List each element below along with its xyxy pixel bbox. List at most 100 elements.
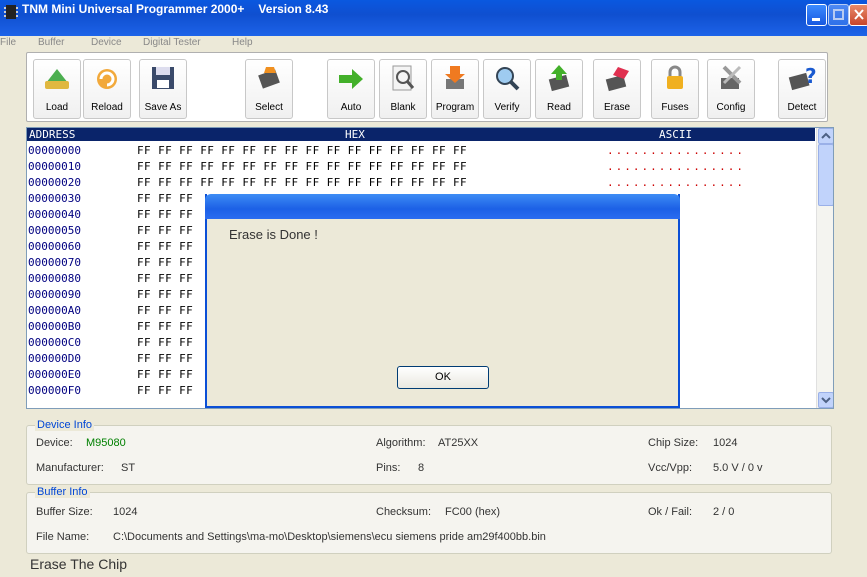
device-label: Device: [36,437,73,449]
file-name-value: C:\Documents and Settings\ma-mo\Desktop\… [113,531,546,543]
row-hex-bytes: FF FF FF FF FF FF FF FF FF FF FF FF FF F… [137,160,468,173]
select-label: Select [255,102,283,113]
row-address: 00000080 [28,272,81,285]
row-address: 00000020 [28,176,81,189]
title-bar[interactable]: TNM Mini Universal Programmer 2000+ Versi… [0,0,867,36]
row-hex-bytes: FF FF FF [137,368,194,381]
vcc-label: Vcc/Vpp: [648,462,693,474]
menu-digital-tester[interactable]: Digital Tester [143,37,201,48]
row-hex-bytes: FF FF FF [137,240,194,253]
hex-scrollbar[interactable] [816,128,833,408]
scroll-thumb[interactable] [818,144,833,206]
scroll-down-button[interactable] [818,392,833,408]
hex-header: ADDRESS HEX ASCII [27,128,815,141]
save-as-label: Save As [144,102,182,113]
dialog-body: Erase is Done ! OK [207,219,678,406]
row-hex-bytes: FF FF FF [137,384,194,397]
dialog-title-bar[interactable] [205,194,680,219]
device-value: M95080 [86,437,126,449]
device-info-group: Device Info Device: M95080 Algorithm: AT… [26,419,832,485]
menu-help[interactable]: Help [232,37,253,48]
program-button[interactable]: Program [431,59,479,119]
ok-fail-label: Ok / Fail: [648,506,693,518]
load-icon [45,69,69,89]
program-label: Program [435,102,475,113]
row-address: 00000070 [28,256,81,269]
device-info-legend: Device Info [35,419,95,431]
chip-size-value: 1024 [713,437,738,449]
fuses-label: Fuses [661,102,689,113]
row-hex-bytes: FF FF FF [137,208,194,221]
row-address: 00000000 [28,144,81,157]
menu-bar: File Buffer Device Digital Tester Help [0,36,867,52]
read-label: Read [547,102,571,113]
config-tools-icon [721,65,742,89]
reload-button[interactable]: Reload [83,59,131,119]
app-icon [4,5,18,19]
auto-button[interactable]: Auto [327,59,375,119]
maximize-button[interactable] [828,4,849,26]
hex-row[interactable]: 00000010 FF FF FF FF FF FF FF FF FF FF FF… [27,160,815,173]
erase-button[interactable]: Erase [593,59,641,119]
ascii-header: ASCII [659,128,693,141]
save-icon [152,67,174,89]
detect-chip-icon: ? [788,64,817,91]
row-hex-bytes: FF FF FF FF FF FF FF FF FF FF FF FF FF F… [137,144,468,157]
row-hex-bytes: FF FF FF [137,304,194,317]
row-hex-bytes: FF FF FF FF FF FF FF FF FF FF FF FF FF F… [137,176,468,189]
minimize-icon [812,18,820,21]
config-label: Config [716,102,746,113]
blank-button[interactable]: Blank [379,59,427,119]
window-title: TNM Mini Universal Programmer 2000+ Versi… [22,2,328,16]
verify-icon [496,67,520,91]
blank-check-icon [392,65,415,91]
svg-text:?: ? [805,64,817,88]
load-button[interactable]: Load [33,59,81,119]
app-version: Version 8.43 [258,2,329,16]
verify-label: Verify [494,102,520,113]
load-label: Load [45,102,69,113]
row-hex-bytes: FF FF FF [137,192,194,205]
row-hex-bytes: FF FF FF [137,336,194,349]
verify-button[interactable]: Verify [483,59,531,119]
hex-row[interactable]: 00000020 FF FF FF FF FF FF FF FF FF FF FF… [27,176,815,189]
row-address: 000000E0 [28,368,81,381]
manufacturer-value: ST [121,462,136,474]
close-button[interactable] [849,4,867,26]
row-hex-bytes: FF FF FF [137,288,194,301]
auto-label: Auto [340,102,362,113]
read-button[interactable]: Read [535,59,583,119]
row-address: 000000B0 [28,320,81,333]
fuses-button[interactable]: Fuses [651,59,699,119]
erase-label: Erase [603,102,631,113]
save-as-button[interactable]: Save As [139,59,187,119]
row-address: 00000060 [28,240,81,253]
program-icon [445,66,465,89]
erase-icon [605,67,629,92]
buffer-size-value: 1024 [113,506,138,518]
app-name: TNM Mini Universal Programmer 2000+ [22,2,245,16]
menu-file[interactable]: File [0,37,16,48]
row-address: 00000050 [28,224,81,237]
row-address: 00000090 [28,288,81,301]
select-button[interactable]: Select [245,59,293,119]
hex-row[interactable]: 00000000 FF FF FF FF FF FF FF FF FF FF FF… [27,144,815,157]
blank-label: Blank [390,102,416,113]
minimize-button[interactable] [806,4,827,26]
maximize-icon [833,9,844,20]
chip-size-label: Chip Size: [648,437,699,449]
row-address: 000000C0 [28,336,81,349]
ok-button[interactable]: OK [397,366,489,389]
config-button[interactable]: Config [707,59,755,119]
algorithm-label: Algorithm: [376,437,426,449]
row-hex-bytes: FF FF FF [137,224,194,237]
menu-device[interactable]: Device [91,37,122,48]
menu-buffer[interactable]: Buffer [38,37,65,48]
buffer-info-legend: Buffer Info [35,486,90,498]
lock-icon [667,65,683,89]
file-name-label: File Name: [36,531,90,543]
scroll-up-button[interactable] [818,128,833,144]
detect-button[interactable]: ? Detect [778,59,826,119]
detect-label: Detect [787,102,817,113]
address-header: ADDRESS [29,128,76,141]
